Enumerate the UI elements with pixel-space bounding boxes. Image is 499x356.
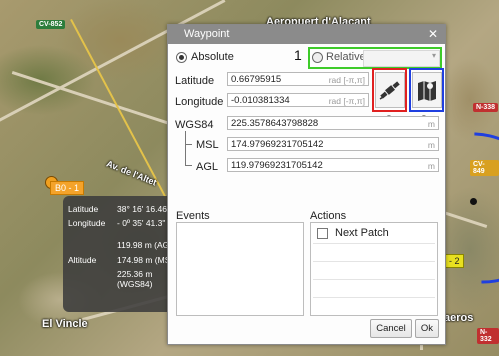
tree-branch-agl xyxy=(185,165,192,166)
longitude-unit: rad [-π,π] xyxy=(328,96,365,106)
info-longitude-label: Longitude xyxy=(68,218,106,228)
wgs84-label: WGS84 xyxy=(175,119,214,131)
dialog-titlebar[interactable]: Waypoint ✕ xyxy=(168,25,445,44)
events-label: Events xyxy=(176,210,210,222)
relative-select[interactable]: ▾ xyxy=(363,50,440,67)
actions-label: Actions xyxy=(310,210,347,222)
waypoint-dialog: Waypoint ✕ Absolute Relative ▾ 1 Latitud… xyxy=(167,24,446,345)
street-label: Av. de l'Altet xyxy=(105,158,159,188)
info-latitude-value: 38° 16' 16.46" xyxy=(117,204,170,214)
list-divider xyxy=(313,261,435,262)
list-divider xyxy=(313,297,435,298)
altitude-tree-line xyxy=(185,131,186,165)
list-divider xyxy=(313,279,435,280)
road-badge-cv852: CV-852 xyxy=(36,20,66,29)
close-icon[interactable]: ✕ xyxy=(426,25,440,44)
longitude-label: Longitude xyxy=(175,96,224,108)
map-pin-icon xyxy=(418,81,436,101)
wgs84-value: 225.3578643798828 xyxy=(231,118,319,129)
list-divider xyxy=(313,243,435,244)
msl-field[interactable]: 174.97969231705142 m xyxy=(227,137,439,151)
wgs84-unit: m xyxy=(427,119,435,129)
town-label: El Vincle xyxy=(42,318,88,330)
ok-button[interactable]: Ok xyxy=(415,319,439,338)
msl-value: 174.97969231705142 xyxy=(231,139,324,150)
longitude-field[interactable]: -0.010381334 rad [-π,π] xyxy=(227,93,369,107)
agl-label: AGL xyxy=(196,161,219,173)
info-longitude-value: - 0º 35' 41.3" xyxy=(117,218,166,228)
latitude-label: Latitude xyxy=(175,75,215,87)
latitude-field[interactable]: 0.66795915 rad [-π,π] xyxy=(227,72,369,86)
waypoint-info-tooltip: Latitude 38° 16' 16.46" Longitude - 0º 3… xyxy=(63,196,183,312)
next-patch-label: Next Patch xyxy=(335,227,389,239)
relative-label: Relative xyxy=(326,51,366,63)
latitude-value: 0.66795915 xyxy=(231,74,282,85)
route-point[interactable] xyxy=(470,198,477,205)
info-latitude-label: Latitude xyxy=(68,204,99,214)
agl-field[interactable]: 119.97969231705142 m xyxy=(227,158,439,172)
town-label-partial: aeros xyxy=(444,312,474,324)
waypoint-2-marker[interactable]: - 2 xyxy=(445,254,464,268)
relative-radio[interactable] xyxy=(312,52,323,63)
msl-label: MSL xyxy=(196,139,219,151)
absolute-radio[interactable] xyxy=(176,52,187,63)
agl-value: 119.97969231705142 xyxy=(231,160,323,171)
tree-branch-msl xyxy=(185,144,192,145)
satellite-pick-icon xyxy=(379,81,400,100)
info-altitude-label: Altitude xyxy=(68,255,97,265)
agl-unit: m xyxy=(427,161,435,171)
events-list[interactable] xyxy=(176,222,304,316)
latitude-unit: rad [-π,π] xyxy=(328,75,365,85)
absolute-label: Absolute xyxy=(191,51,234,63)
pick-position-button[interactable] xyxy=(375,72,405,108)
next-patch-checkbox[interactable] xyxy=(317,228,328,239)
road-badge-n332: N-332 xyxy=(477,328,499,344)
longitude-value: -0.010381334 xyxy=(231,95,290,106)
dialog-title: Waypoint xyxy=(184,28,230,40)
open-map-button[interactable] xyxy=(412,72,442,108)
cancel-button[interactable]: Cancel xyxy=(370,319,412,338)
actions-list[interactable]: Next Patch xyxy=(310,222,438,316)
waypoint-1-label: B0 - 1 xyxy=(50,181,85,195)
callout-number-1: 1 xyxy=(294,47,302,63)
wgs84-field[interactable]: 225.3578643798828 m xyxy=(227,116,439,130)
msl-unit: m xyxy=(427,140,435,150)
road-badge-n338: N-338 xyxy=(473,103,499,112)
